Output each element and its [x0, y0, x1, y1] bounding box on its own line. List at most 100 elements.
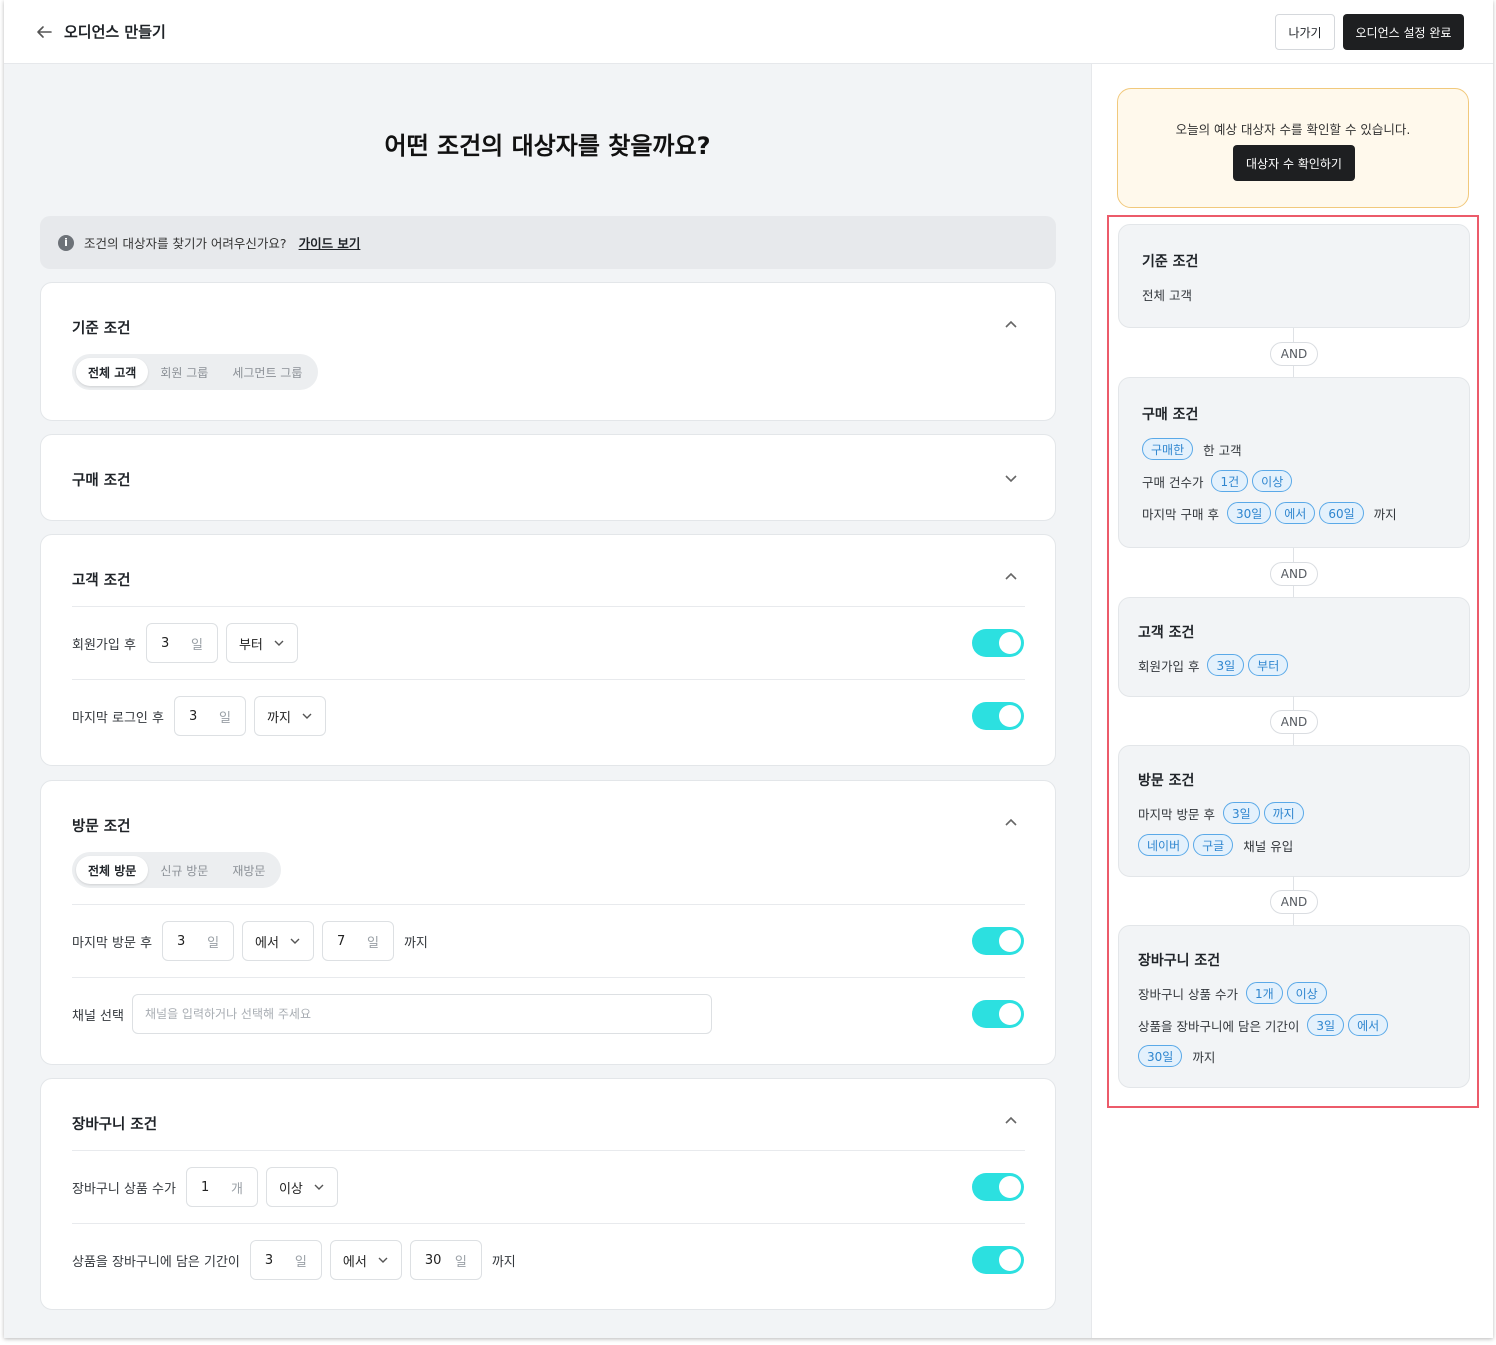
cart-period-range-select[interactable]: 에서 — [329, 1240, 402, 1280]
segment-member-group[interactable]: 회원 그룹 — [148, 358, 220, 386]
signup-days-input[interactable]: 3일 — [145, 623, 218, 663]
summary-panel: 오늘의 예상 대상자 수를 확인할 수 있습니다. 대상자 수 확인하기 기준 … — [1091, 64, 1493, 1338]
cart-period-row: 상품을 장바구니에 담은 기간이 3일 에서 30 일 까지 — [72, 1240, 516, 1280]
channel-row: 채널 선택 — [72, 994, 712, 1034]
summary-visit-line1: 마지막 방문 후 3일 까지 — [1138, 802, 1308, 824]
last-login-row: 마지막 로그인 후 3일 까지 — [72, 696, 334, 736]
segment-all-customers[interactable]: 전체 고객 — [76, 358, 149, 386]
cart-count-input[interactable]: 1개 — [185, 1167, 258, 1207]
exit-button[interactable]: 나가기 — [1275, 14, 1335, 50]
chevron-down-icon — [274, 640, 284, 646]
guide-banner: i 조건의 대상자를 찾기가 어려우신가요? 가이드 보기 — [40, 216, 1056, 269]
chevron-up-icon[interactable] — [1002, 316, 1020, 334]
last-visit-range-select[interactable]: 에서 — [242, 921, 314, 961]
summary-cart-line3: 30일 까지 — [1138, 1045, 1215, 1067]
signup-range-select[interactable]: 부터 — [225, 623, 298, 663]
segment-new-visits[interactable]: 신규 방문 — [148, 856, 220, 884]
summary-purchase-line3: 마지막 구매 후 30일 에서 60일 까지 — [1142, 502, 1397, 524]
guide-link[interactable]: 가이드 보기 — [299, 233, 361, 252]
page-title: 어떤 조건의 대상자를 찾을까요? — [384, 132, 711, 160]
last-visit-to-input[interactable]: 7일 — [321, 921, 394, 961]
chevron-down-icon — [290, 938, 300, 944]
summary-base-title: 기준 조건 — [1142, 254, 1199, 270]
back-arrow-icon[interactable] — [34, 22, 54, 42]
and-connector: AND — [1118, 548, 1470, 602]
summary-highlight: 기준 조건 전체 고객 AND 구매 조건 구매한 한 고객 구매 건수가 1건 이상… — [1107, 215, 1479, 1108]
cart-condition-card: 장바구니 조건 장바구니 상품 수가 1개 이상 상품을 장바구니에 담은 기간… — [40, 1078, 1056, 1310]
cart-count-toggle[interactable] — [972, 1173, 1024, 1201]
chevron-up-icon[interactable] — [1002, 814, 1020, 832]
customer-condition-title: 고객 조건 — [72, 573, 131, 589]
condition-editor-panel: 어떤 조건의 대상자를 찾을까요? i 조건의 대상자를 찾기가 어려우신가요?… — [4, 64, 1091, 1338]
last-login-range-select[interactable]: 까지 — [254, 696, 326, 736]
summary-visit-card: 방문 조건 마지막 방문 후 3일 까지 네이버 구글 채널 유입 — [1118, 745, 1470, 877]
last-login-label: 마지막 로그인 후 — [72, 710, 164, 726]
cart-period-from-input[interactable]: 3일 — [249, 1240, 322, 1280]
cart-condition-title: 장바구니 조건 — [72, 1117, 158, 1133]
visit-segment-control: 전체 방문 신규 방문 재방문 — [72, 852, 282, 888]
chevron-up-icon[interactable] — [1002, 568, 1020, 586]
chevron-down-icon — [378, 1257, 388, 1263]
summary-customer-line1: 회원가입 후 3일 부터 — [1138, 654, 1292, 676]
signup-row: 회원가입 후 3일 부터 — [72, 623, 306, 663]
top-header: 오디언스 만들기 나가기 오디언스 설정 완료 — [4, 0, 1493, 64]
divider — [72, 606, 1025, 607]
divider — [72, 1150, 1025, 1151]
last-visit-label: 마지막 방문 후 — [72, 935, 153, 951]
last-visit-from-input[interactable]: 3일 — [162, 921, 235, 961]
signup-label: 회원가입 후 — [72, 637, 136, 653]
channel-label: 채널 선택 — [72, 1008, 124, 1024]
info-icon: i — [58, 234, 74, 251]
visit-condition-card: 방문 조건 전체 방문 신규 방문 재방문 마지막 방문 후 3일 에서 7일 … — [40, 780, 1056, 1065]
divider — [72, 1223, 1025, 1224]
cart-count-row: 장바구니 상품 수가 1개 이상 — [72, 1167, 346, 1207]
summary-base-card: 기준 조건 전체 고객 — [1118, 224, 1470, 328]
summary-purchase-line1: 구매한 한 고객 — [1142, 438, 1242, 460]
estimate-box: 오늘의 예상 대상자 수를 확인할 수 있습니다. 대상자 수 확인하기 — [1117, 88, 1469, 208]
divider — [72, 977, 1025, 978]
check-audience-count-button[interactable]: 대상자 수 확인하기 — [1233, 145, 1355, 181]
last-login-toggle[interactable] — [972, 702, 1024, 730]
app-window: 오디언스 만들기 나가기 오디언스 설정 완료 어떤 조건의 대상자를 찾을까요… — [4, 0, 1493, 1338]
last-visit-row: 마지막 방문 후 3일 에서 7일 까지 — [72, 921, 428, 961]
base-condition-card: 기준 조건 전체 고객 회원 그룹 세그먼트 그룹 — [40, 282, 1056, 421]
base-segment-control: 전체 고객 회원 그룹 세그먼트 그룹 — [72, 354, 319, 390]
signup-toggle[interactable] — [972, 629, 1024, 657]
cart-count-label: 장바구니 상품 수가 — [72, 1181, 176, 1197]
chevron-up-icon[interactable] — [1002, 1112, 1020, 1130]
last-visit-toggle[interactable] — [972, 927, 1024, 955]
summary-visit-title: 방문 조건 — [1138, 773, 1195, 789]
summary-purchase-card: 구매 조건 구매한 한 고객 구매 건수가 1건 이상 마지막 구매 후 30일 에서 60… — [1118, 377, 1470, 548]
chevron-down-icon — [302, 713, 312, 719]
and-connector: AND — [1118, 696, 1470, 750]
chevron-down-icon[interactable] — [1002, 469, 1020, 487]
segment-all-visits[interactable]: 전체 방문 — [76, 856, 149, 884]
complete-audience-button[interactable]: 오디언스 설정 완료 — [1343, 14, 1464, 50]
cart-period-tail: 까지 — [491, 1254, 516, 1270]
and-connector: AND — [1118, 876, 1470, 930]
cart-count-compare-select[interactable]: 이상 — [265, 1167, 338, 1207]
summary-base-value: 전체 고객 — [1142, 288, 1192, 303]
purchase-condition-card[interactable]: 구매 조건 — [40, 434, 1056, 521]
customer-condition-card: 고객 조건 회원가입 후 3일 부터 마지막 로그인 후 3일 까지 — [40, 534, 1056, 766]
divider — [72, 679, 1025, 680]
estimate-text: 오늘의 예상 대상자 수를 확인할 수 있습니다. — [1175, 122, 1411, 137]
cart-period-toggle[interactable] — [972, 1246, 1024, 1274]
channel-toggle[interactable] — [972, 1000, 1024, 1028]
last-login-days-input[interactable]: 3일 — [174, 696, 246, 736]
summary-customer-title: 고객 조건 — [1138, 625, 1195, 641]
channel-input[interactable] — [131, 994, 712, 1034]
visit-condition-title: 방문 조건 — [72, 819, 131, 835]
summary-cart-title: 장바구니 조건 — [1138, 953, 1221, 969]
segment-revisits[interactable]: 재방문 — [220, 856, 277, 884]
cart-period-label: 상품을 장바구니에 담은 기간이 — [72, 1254, 240, 1270]
base-condition-title: 기준 조건 — [72, 321, 131, 337]
segment-segment-group[interactable]: 세그먼트 그룹 — [220, 358, 314, 386]
summary-cart-line2: 상품을 장바구니에 담은 기간이 3일 에서 — [1138, 1014, 1392, 1036]
divider — [72, 904, 1025, 905]
purchase-condition-title: 구매 조건 — [72, 473, 131, 489]
cart-period-to-input[interactable]: 30 일 — [409, 1240, 482, 1280]
summary-cart-card: 장바구니 조건 장바구니 상품 수가 1개 이상 상품을 장바구니에 담은 기간이 3… — [1118, 925, 1470, 1088]
summary-purchase-title: 구매 조건 — [1142, 407, 1199, 423]
page-header-title: 오디언스 만들기 — [64, 23, 166, 41]
